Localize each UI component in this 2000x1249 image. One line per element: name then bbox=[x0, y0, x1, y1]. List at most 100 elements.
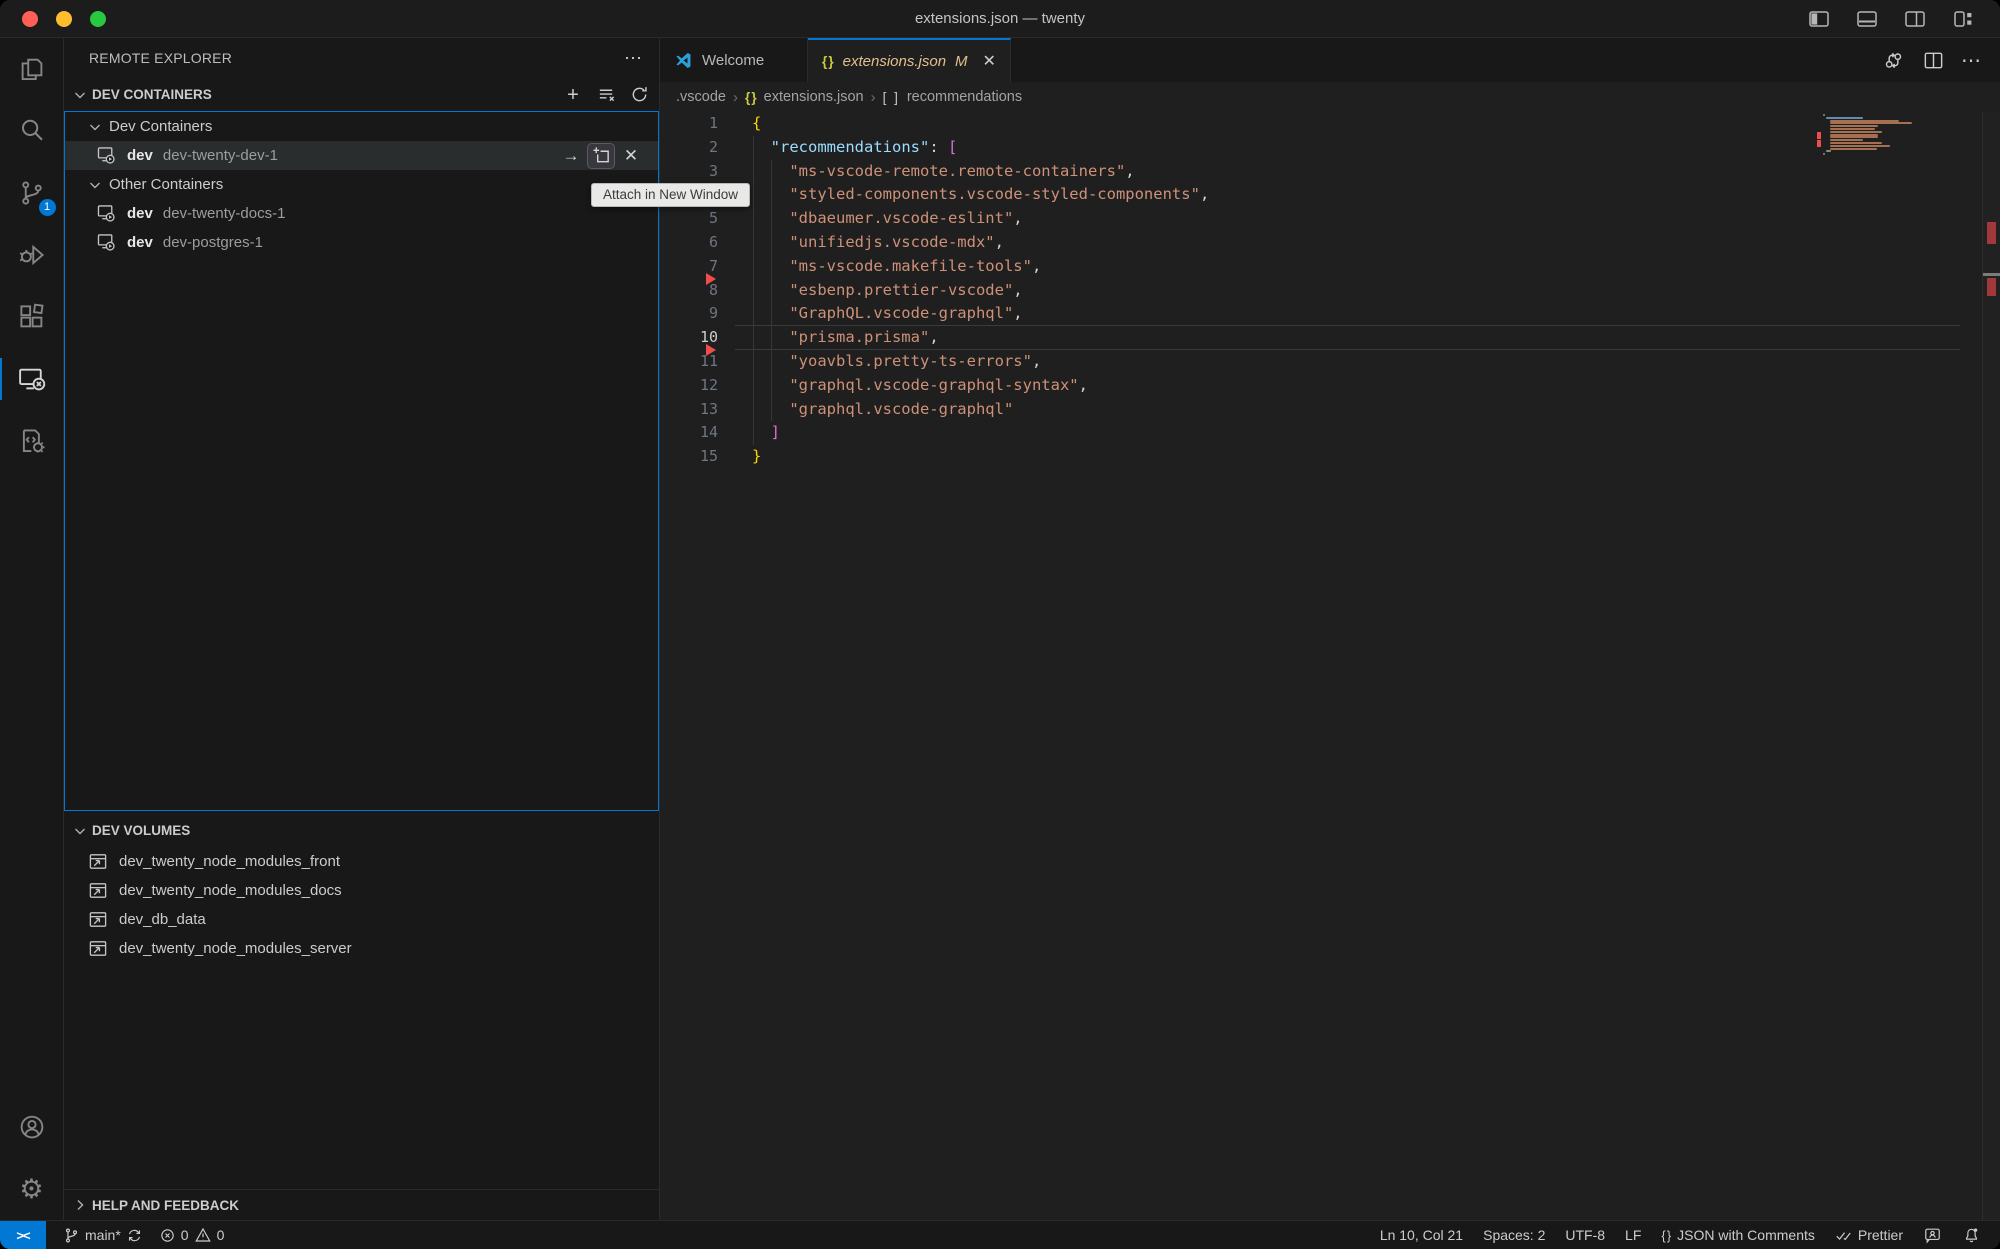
tab-welcome[interactable]: Welcome bbox=[660, 38, 808, 82]
line-number[interactable]: 3 bbox=[660, 160, 752, 184]
toggle-panel-icon[interactable] bbox=[1854, 6, 1880, 32]
code-line-10[interactable]: 10 "prisma.prisma", bbox=[660, 326, 2000, 350]
overview-deleted-mark bbox=[1987, 278, 1996, 296]
minimap-line bbox=[1830, 134, 1879, 136]
source-control-icon[interactable]: 1 bbox=[0, 162, 64, 224]
breadcrumb-file[interactable]: extensions.json bbox=[764, 89, 864, 105]
line-number[interactable]: 6 bbox=[660, 231, 752, 255]
explorer-icon[interactable] bbox=[0, 38, 64, 100]
encoding-status[interactable]: UTF-8 bbox=[1560, 1221, 1610, 1249]
minimap[interactable] bbox=[1823, 114, 1911, 156]
customize-layout-icon[interactable] bbox=[1950, 6, 1976, 32]
open-changes-icon[interactable] bbox=[1881, 48, 1905, 72]
dev-volumes-section-header[interactable]: DEV VOLUMES bbox=[64, 814, 659, 847]
sidebar-more-actions-icon[interactable]: ⋯ bbox=[624, 48, 643, 69]
cursor-position-status[interactable]: Ln 10, Col 21 bbox=[1375, 1221, 1468, 1249]
help-and-feedback-section-header[interactable]: HELP AND FEEDBACK bbox=[64, 1189, 659, 1220]
minimap-line bbox=[1823, 153, 1825, 155]
container-tools-icon[interactable] bbox=[0, 410, 64, 472]
line-number[interactable]: 14 bbox=[660, 421, 752, 445]
accounts-icon[interactable] bbox=[0, 1096, 64, 1158]
container-item-dev-twenty-dev-1[interactable]: devdev-twenty-dev-1→✕ bbox=[65, 141, 658, 170]
tree-group-dev-containers[interactable]: Dev Containers bbox=[65, 112, 658, 141]
indentation-status[interactable]: Spaces: 2 bbox=[1478, 1221, 1550, 1249]
clean-up-containers-icon[interactable] bbox=[596, 85, 616, 105]
container-item-dev-twenty-docs-1[interactable]: devdev-twenty-docs-1 bbox=[65, 199, 658, 228]
remote-indicator[interactable]: >< bbox=[0, 1221, 46, 1249]
code-line-2[interactable]: 2 "recommendations": [ bbox=[660, 136, 2000, 160]
editor-group: Welcome { } extensions.json M ✕ bbox=[660, 38, 2000, 1220]
line-number[interactable]: 9 bbox=[660, 302, 752, 326]
code-line-14[interactable]: 14 ] bbox=[660, 421, 2000, 445]
status-bar: >< main* 0 0 Ln 10, Col 2 bbox=[0, 1220, 2000, 1249]
code-editor[interactable]: 1{2 "recommendations": [3 "ms-vscode-rem… bbox=[660, 112, 2000, 1220]
tab-label: extensions.json bbox=[843, 53, 946, 70]
code-line-6[interactable]: 6 "unifiedjs.vscode-mdx", bbox=[660, 231, 2000, 255]
extensions-icon[interactable] bbox=[0, 286, 64, 348]
code-line-9[interactable]: 9 "GraphQL.vscode-graphql", bbox=[660, 302, 2000, 326]
double-check-icon bbox=[1835, 1227, 1852, 1244]
dev-containers-tree[interactable]: Dev Containersdevdev-twenty-dev-1→✕Other… bbox=[64, 111, 659, 811]
chevron-right-icon bbox=[72, 1197, 88, 1213]
volume-item-dev_twenty_node_modules_docs[interactable]: dev_twenty_node_modules_docs bbox=[64, 876, 659, 905]
container-item-dev-postgres-1[interactable]: devdev-postgres-1 bbox=[65, 228, 658, 257]
code-line-4[interactable]: 4 "styled-components.vscode-styled-compo… bbox=[660, 183, 2000, 207]
search-icon[interactable] bbox=[0, 100, 64, 162]
git-branch-status[interactable]: main* bbox=[58, 1221, 148, 1249]
refresh-icon[interactable] bbox=[629, 85, 649, 105]
settings-gear-icon[interactable]: ⚙ bbox=[0, 1158, 64, 1220]
dev-containers-section-header[interactable]: DEV CONTAINERS + bbox=[64, 78, 659, 111]
toggle-primary-sidebar-icon[interactable] bbox=[1806, 6, 1832, 32]
breadcrumb-symbol[interactable]: recommendations bbox=[907, 89, 1022, 105]
titlebar: extensions.json — twenty bbox=[0, 0, 2000, 38]
code-line-7[interactable]: 7 "ms-vscode.makefile-tools", bbox=[660, 255, 2000, 279]
code-text: { bbox=[752, 112, 761, 136]
volume-item-dev_db_data[interactable]: dev_db_data bbox=[64, 905, 659, 934]
line-number[interactable]: 13 bbox=[660, 398, 752, 422]
notifications-bell-icon[interactable] bbox=[1957, 1221, 1986, 1249]
code-line-3[interactable]: 3 "ms-vscode-remote.remote-containers", bbox=[660, 160, 2000, 184]
sidebar-title: REMOTE EXPLORER bbox=[89, 50, 232, 66]
volume-item-dev_twenty_node_modules_front[interactable]: dev_twenty_node_modules_front bbox=[64, 847, 659, 876]
tab-extensions-json[interactable]: { } extensions.json M ✕ bbox=[808, 38, 1011, 82]
line-number[interactable]: 15 bbox=[660, 445, 752, 469]
stop-container-icon[interactable]: ✕ bbox=[618, 144, 644, 168]
close-tab-icon[interactable]: ✕ bbox=[983, 51, 996, 71]
volume-item-dev_twenty_node_modules_server[interactable]: dev_twenty_node_modules_server bbox=[64, 934, 659, 963]
remote-explorer-icon[interactable] bbox=[0, 348, 64, 410]
code-line-8[interactable]: 8 "esbenp.prettier-vscode", bbox=[660, 279, 2000, 303]
attach-in-new-window-icon[interactable] bbox=[588, 144, 614, 168]
formatter-status[interactable]: Prettier bbox=[1830, 1221, 1908, 1249]
line-number[interactable]: 1 bbox=[660, 112, 752, 136]
attach-container-icon[interactable]: → bbox=[558, 144, 584, 168]
overview-ruler[interactable] bbox=[1982, 112, 2000, 1220]
eol-status[interactable]: LF bbox=[1620, 1221, 1646, 1249]
line-number[interactable]: 12 bbox=[660, 374, 752, 398]
breadcrumb-folder[interactable]: .vscode bbox=[676, 89, 726, 105]
more-actions-icon[interactable]: ⋯ bbox=[1961, 48, 1982, 73]
git-deleted-marker bbox=[706, 344, 716, 356]
problems-status[interactable]: 0 0 bbox=[154, 1221, 230, 1249]
feedback-icon[interactable] bbox=[1918, 1221, 1947, 1249]
split-editor-icon[interactable] bbox=[1921, 48, 1945, 72]
remote-explorer-sidebar: REMOTE EXPLORER ⋯ DEV CONTAINERS + bbox=[64, 38, 660, 1220]
code-line-5[interactable]: 5 "dbaeumer.vscode-eslint", bbox=[660, 207, 2000, 231]
vscode-logo-icon bbox=[674, 51, 693, 70]
code-line-12[interactable]: 12 "graphql.vscode-graphql-syntax", bbox=[660, 374, 2000, 398]
volume-name: dev_twenty_node_modules_front bbox=[119, 853, 340, 870]
code-text: "yoavbls.pretty-ts-errors", bbox=[752, 350, 1041, 374]
code-text: "recommendations": [ bbox=[752, 136, 957, 160]
line-number[interactable]: 2 bbox=[660, 136, 752, 160]
code-line-1[interactable]: 1{ bbox=[660, 112, 2000, 136]
toggle-secondary-sidebar-icon[interactable] bbox=[1902, 6, 1928, 32]
add-container-icon[interactable]: + bbox=[563, 85, 583, 105]
code-line-11[interactable]: 11 "yoavbls.pretty-ts-errors", bbox=[660, 350, 2000, 374]
volume-name: dev_twenty_node_modules_server bbox=[119, 940, 352, 957]
code-line-15[interactable]: 15} bbox=[660, 445, 2000, 469]
tree-group-other-containers[interactable]: Other Containers bbox=[65, 170, 658, 199]
code-line-13[interactable]: 13 "graphql.vscode-graphql" bbox=[660, 398, 2000, 422]
run-debug-icon[interactable] bbox=[0, 224, 64, 286]
line-number[interactable]: 5 bbox=[660, 207, 752, 231]
language-mode-status[interactable]: { } JSON with Comments bbox=[1656, 1221, 1819, 1249]
chevron-down-icon bbox=[87, 177, 103, 193]
